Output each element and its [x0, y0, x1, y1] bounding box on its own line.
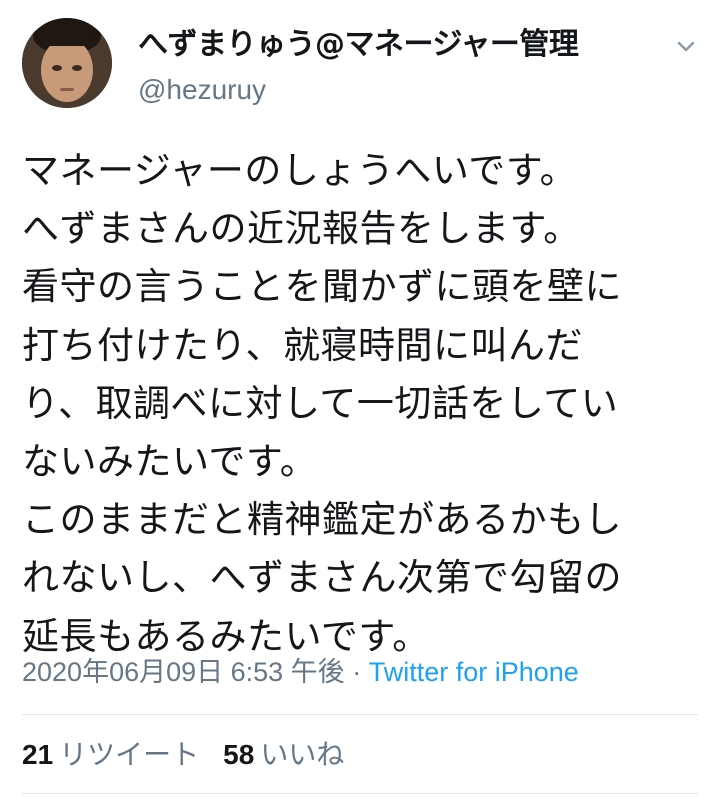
tweet-line: ないみたいです。 [22, 440, 318, 484]
tweet-line: マネージャーのしょうへいです。 [22, 149, 578, 192]
avatar[interactable] [22, 18, 112, 108]
tweet-line: り、取調べに対して一切話をしてい [22, 381, 619, 425]
tweet-line: 打ち付けたり、就寝時間に叫んだ [22, 323, 584, 367]
tweet-text: マネージャーのしょうへいです。 へずまさんの近況報告をします。 看守の言うことを… [22, 142, 712, 666]
profile-photo-icon [22, 18, 112, 108]
meta-separator: · [344, 657, 369, 687]
retweets-label[interactable]: リツイート [59, 739, 199, 770]
divider [22, 793, 698, 794]
author-handle[interactable]: @hezuruy [138, 72, 266, 108]
tweet-source-link[interactable]: Twitter for iPhone [369, 657, 579, 687]
likes-count[interactable]: 58 [223, 739, 254, 770]
tweet-line: このままだと精神鑑定があるかもし [22, 498, 622, 542]
tweet-meta: 2020年06月09日 6:53 午後 · Twitter for iPhone [22, 654, 579, 690]
tweet-line: 看守の言うことを聞かずに頭を壁に [22, 265, 622, 309]
tweet-timestamp[interactable]: 2020年06月09日 6:53 午後 [22, 657, 345, 687]
divider [22, 714, 698, 715]
author-display-name[interactable]: へずまりゅう@マネージャー管理 [138, 26, 579, 64]
chevron-down-icon[interactable] [674, 34, 698, 58]
tweet-line: れないし、へずまさん次第で勾留の [22, 556, 622, 600]
tweet-line: へずまさんの近況報告をします。 [22, 207, 581, 251]
tweet-stats: 21 リツイート 58 いいね [22, 737, 368, 773]
retweets-count[interactable]: 21 [22, 739, 53, 770]
likes-label[interactable]: いいね [260, 739, 344, 770]
